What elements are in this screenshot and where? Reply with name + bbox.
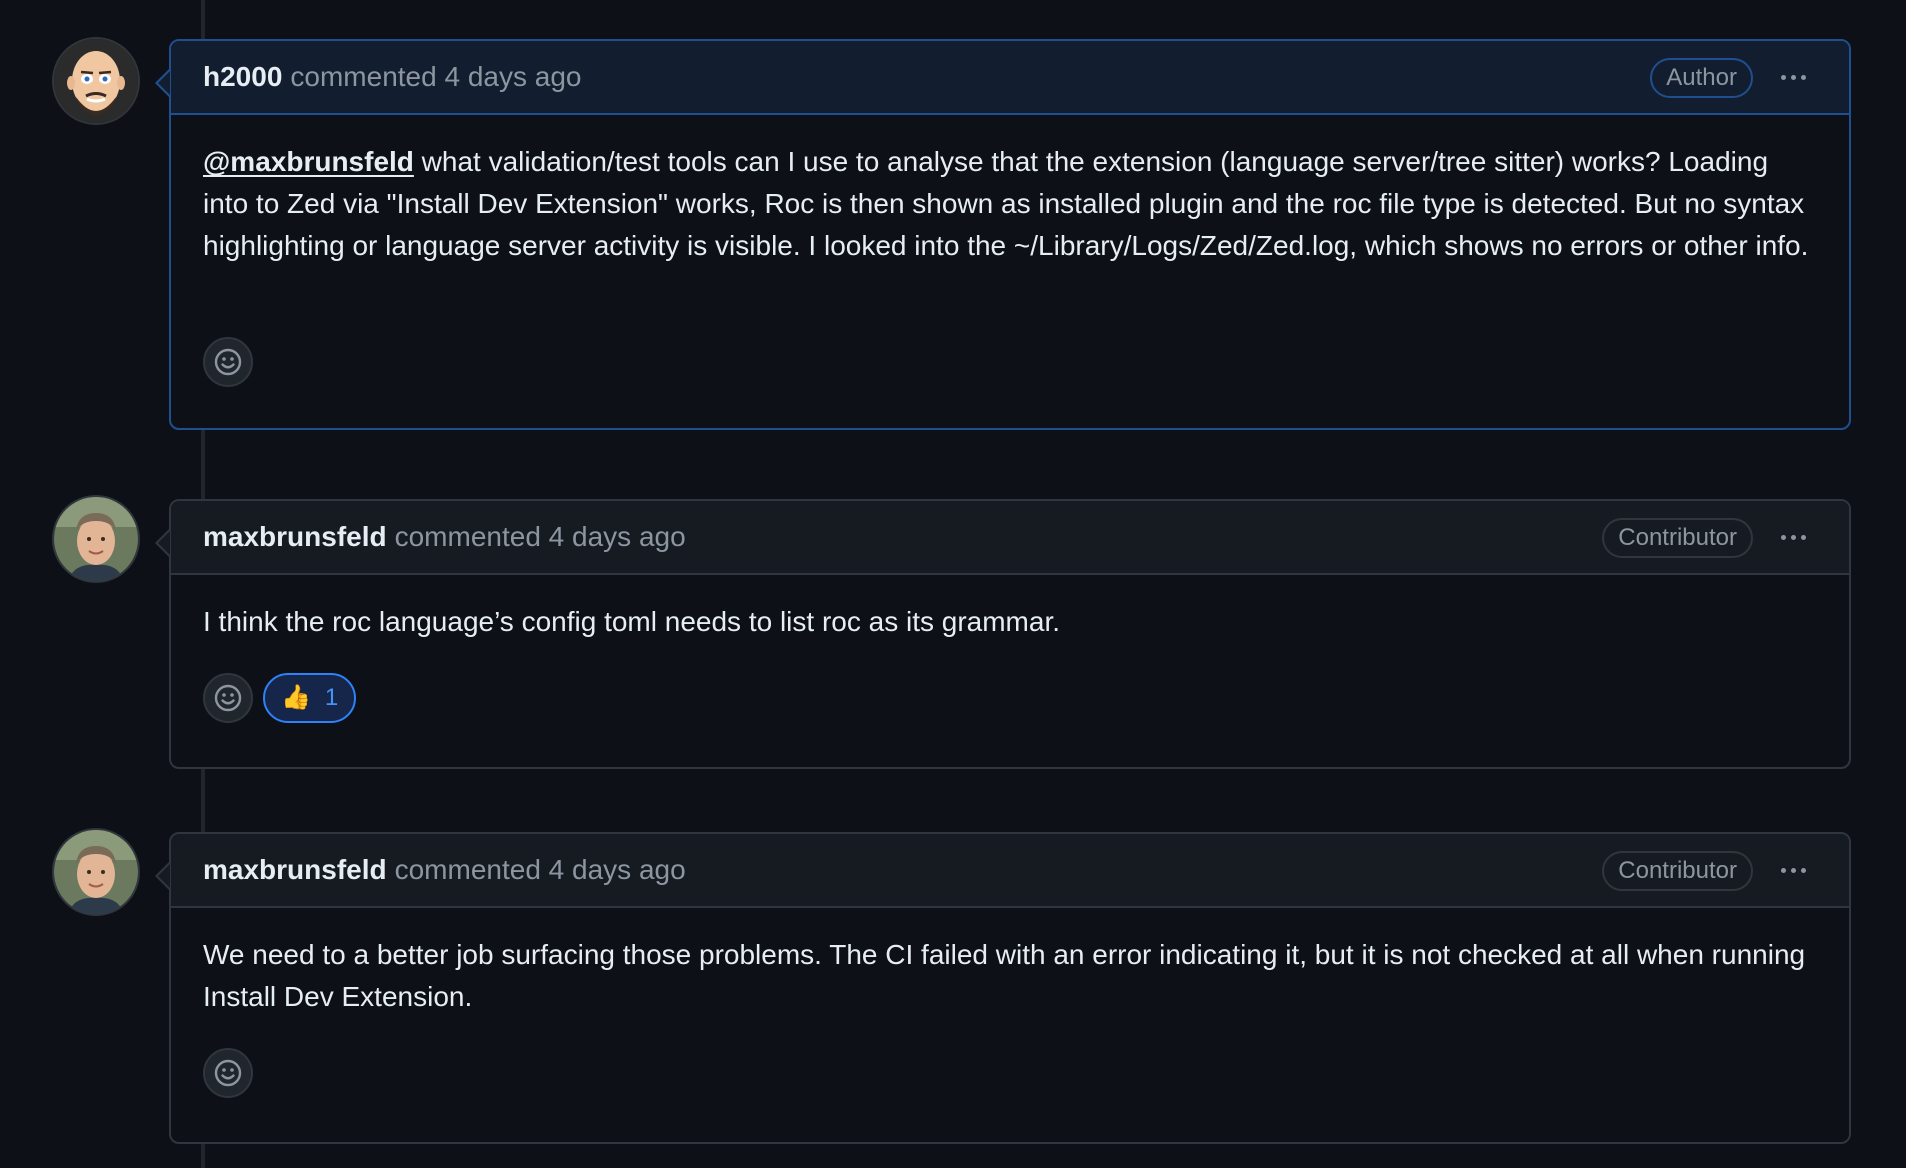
smiley-icon — [214, 1059, 242, 1087]
comment-body: We need to a better job surfacing those … — [171, 908, 1849, 1048]
comment-text: I think the roc language’s config toml n… — [203, 606, 1061, 637]
comment-text: what validation/test tools can I use to … — [203, 146, 1809, 261]
reactions-bar — [171, 337, 1849, 387]
thumbs-up-icon: 👍 — [281, 684, 311, 711]
comment-pointer — [155, 862, 170, 890]
more-options-button[interactable] — [1773, 519, 1813, 555]
comment-header: h2000 commented 4 days ago Author — [171, 41, 1849, 115]
avatar[interactable] — [54, 39, 138, 123]
add-reaction-button[interactable] — [203, 1048, 253, 1098]
comment-header: maxbrunsfeld commented 4 days ago Contri… — [171, 501, 1849, 575]
comment-pointer — [155, 529, 170, 557]
comment-pointer — [155, 69, 170, 97]
kebab-dot-icon — [1800, 74, 1806, 80]
avatar[interactable] — [54, 830, 138, 914]
comment-header: maxbrunsfeld commented 4 days ago Contri… — [171, 834, 1849, 908]
contributor-badge: Contributor — [1602, 851, 1753, 891]
comment-box: maxbrunsfeld commented 4 days ago Contri… — [155, 499, 1851, 769]
kebab-dot-icon — [1790, 74, 1796, 80]
comment-text: We need to a better job surfacing those … — [203, 939, 1806, 1012]
reactions-bar — [171, 1048, 1849, 1098]
comment-body: I think the roc language’s config toml n… — [171, 575, 1849, 673]
smiley-icon — [214, 684, 242, 712]
kebab-dot-icon — [1790, 867, 1796, 873]
smiley-icon — [214, 348, 242, 376]
comment-timestamp[interactable]: commented 4 days ago — [395, 521, 686, 553]
author-name[interactable]: h2000 — [203, 61, 282, 93]
avatar[interactable] — [54, 497, 138, 581]
photo-avatar-icon — [54, 830, 138, 914]
contributor-badge: Contributor — [1602, 518, 1753, 558]
comment-body: @maxbrunsfeld what validation/test tools… — [171, 115, 1849, 337]
kebab-dot-icon — [1780, 867, 1786, 873]
add-reaction-button[interactable] — [203, 337, 253, 387]
reactions-bar: 👍 1 — [171, 673, 1849, 723]
kebab-dot-icon — [1780, 534, 1786, 540]
comment-box: maxbrunsfeld commented 4 days ago Contri… — [155, 832, 1851, 1144]
thumbs-up-reaction-button[interactable]: 👍 1 — [263, 673, 357, 723]
more-options-button[interactable] — [1773, 852, 1813, 888]
photo-avatar-icon — [54, 497, 138, 581]
reaction-count: 1 — [324, 684, 339, 711]
author-badge: Author — [1650, 58, 1753, 98]
author-name[interactable]: maxbrunsfeld — [203, 854, 387, 886]
kebab-dot-icon — [1790, 534, 1796, 540]
kebab-dot-icon — [1800, 534, 1806, 540]
add-reaction-button[interactable] — [203, 673, 253, 723]
kebab-dot-icon — [1780, 74, 1786, 80]
author-name[interactable]: maxbrunsfeld — [203, 521, 387, 553]
more-options-button[interactable] — [1773, 59, 1813, 95]
cartoon-avatar-icon — [54, 39, 138, 123]
comment-box: h2000 commented 4 days ago Author @maxbr… — [155, 39, 1851, 430]
kebab-dot-icon — [1800, 867, 1806, 873]
comment-timestamp[interactable]: commented 4 days ago — [395, 854, 686, 886]
comment-timestamp[interactable]: commented 4 days ago — [290, 61, 581, 93]
user-mention-link[interactable]: @maxbrunsfeld — [203, 146, 414, 177]
